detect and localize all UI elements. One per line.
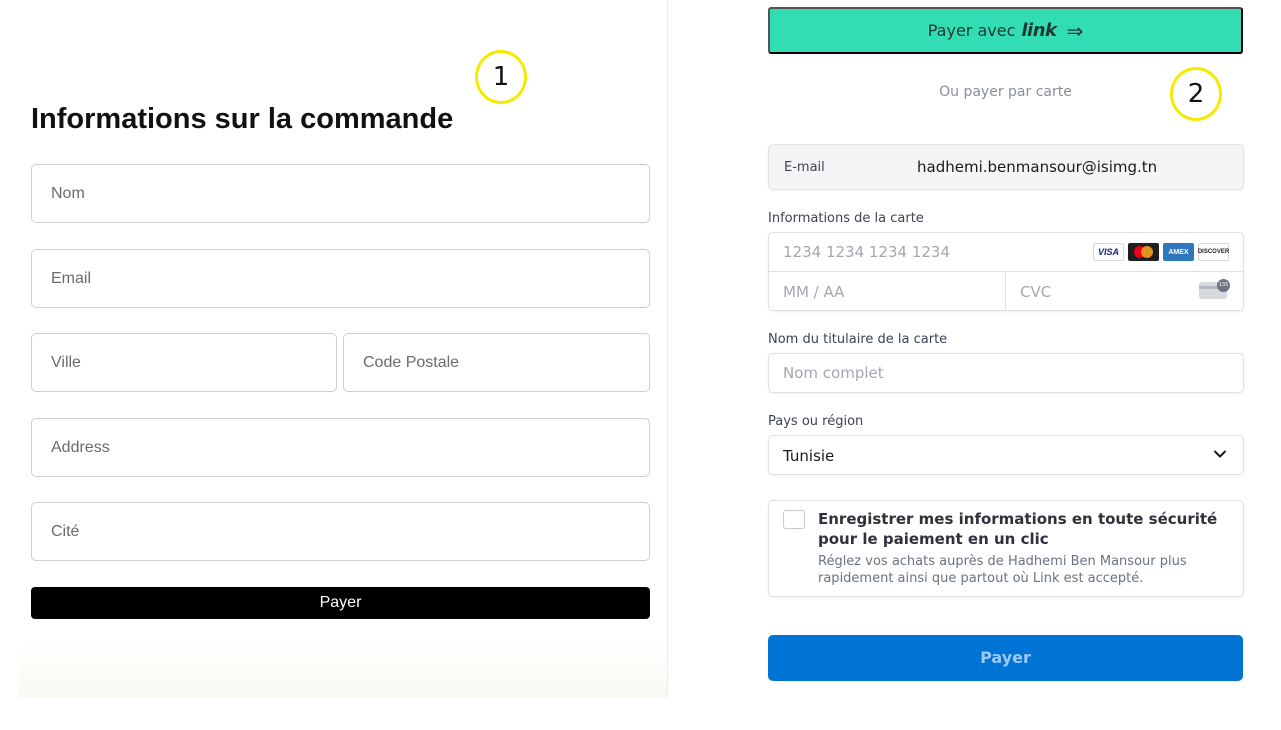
email-input[interactable] [32,250,649,307]
stripe-pay-button[interactable]: Payer [768,635,1243,681]
amex-icon: AMEX [1163,243,1194,261]
cardholder-label: Nom du titulaire de la carte [768,332,948,347]
save-info-description: Réglez vos achats auprès de Hadhemi Ben … [818,554,1187,586]
or-pay-by-card-divider: Ou payer par carte [939,84,1072,100]
chevron-down-icon [1214,450,1226,458]
panel-footer-fade [18,640,668,698]
card-cvc-input[interactable] [1020,272,1180,311]
visa-icon: VISA [1093,243,1124,261]
cvc-card-icon: 135 [1199,279,1230,299]
cardholder-name-input[interactable] [783,354,1223,392]
email-value: hadhemi.benmansour@isimg.tn [917,158,1158,176]
annotation-marker-1: 1 [475,50,527,104]
card-brand-icons: VISA AMEX DISCOVER [1093,243,1229,261]
arrow-right-icon: ⇒ [1066,18,1084,43]
ville-field-wrapper [31,333,337,392]
link-button-label: Payer avec [927,21,1016,40]
address-field-wrapper [31,418,650,477]
code-postale-input[interactable] [344,334,649,391]
card-info-group: VISA AMEX DISCOVER 135 [768,232,1244,311]
address-input[interactable] [32,419,649,476]
panel-divider [667,0,668,698]
page-title: Informations sur la commande [31,103,454,135]
save-info-option: Enregistrer mes informations en toute sé… [768,500,1244,597]
country-label: Pays ou région [768,414,864,429]
email-label: E-mail [784,160,825,175]
nom-field-wrapper [31,164,650,223]
pay-with-link-button[interactable]: Payer avec link ⇒ [768,7,1243,54]
ville-input[interactable] [32,334,336,391]
card-info-label: Informations de la carte [768,211,924,226]
order-pay-button[interactable]: Payer [31,587,650,619]
save-info-checkbox[interactable] [783,510,805,529]
cite-input[interactable] [32,503,649,560]
cite-field-wrapper [31,502,650,561]
code-postale-field-wrapper [343,333,650,392]
country-select[interactable]: Tunisie [768,435,1244,475]
save-info-title: Enregistrer mes informations en toute sé… [818,510,1218,548]
order-form-panel: Informations sur la commande Payer [0,0,668,730]
mastercard-icon [1128,243,1159,261]
nom-input[interactable] [32,165,649,222]
card-expiry-input[interactable] [783,272,993,311]
card-divider-vertical [1005,272,1006,311]
country-selected-value: Tunisie [783,447,835,465]
discover-icon: DISCOVER [1198,243,1229,261]
cardholder-field [768,353,1244,393]
email-display: E-mail hadhemi.benmansour@isimg.tn [768,144,1244,190]
card-number-input[interactable] [783,233,1083,271]
link-logo: link [1021,20,1057,41]
email-field-wrapper [31,249,650,308]
